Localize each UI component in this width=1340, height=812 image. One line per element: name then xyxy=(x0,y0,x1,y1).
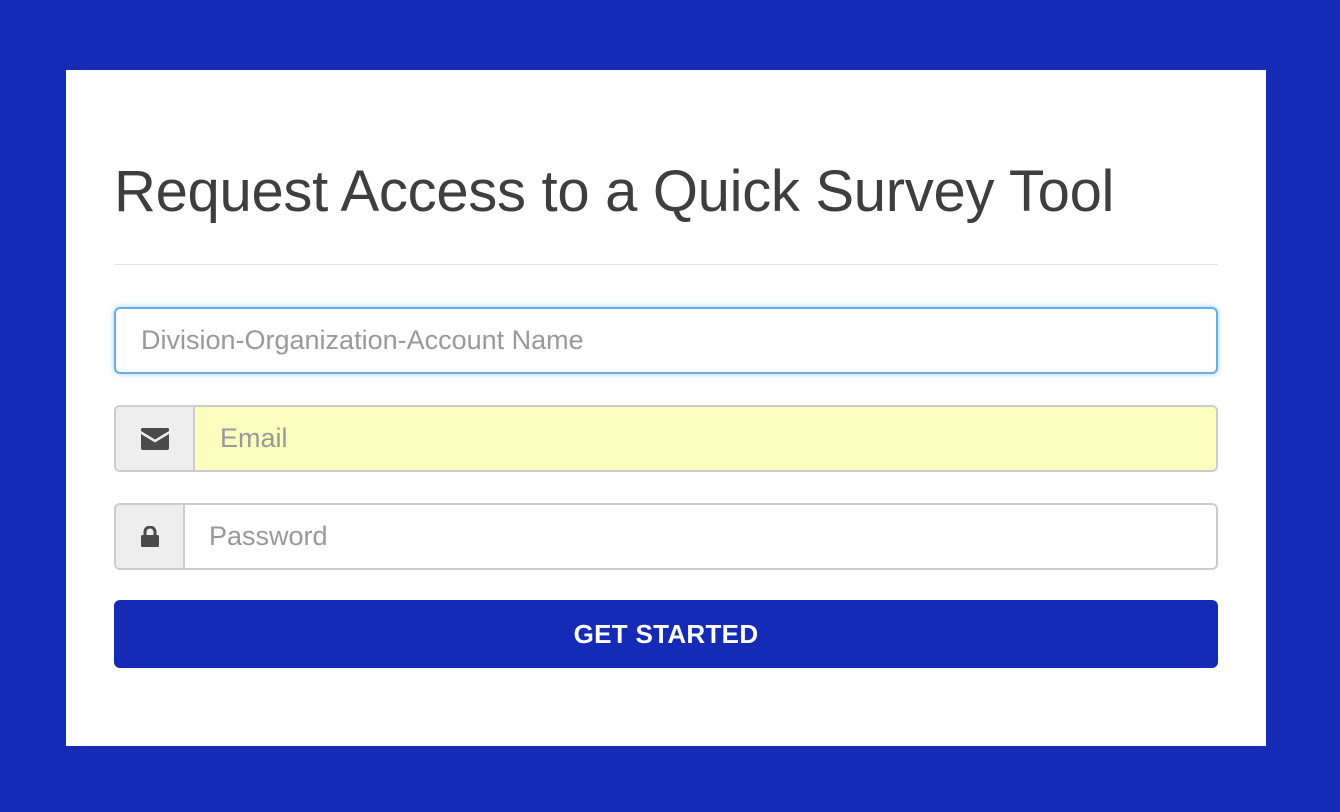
title-divider xyxy=(114,264,1218,265)
email-addon xyxy=(116,407,195,470)
email-input[interactable] xyxy=(195,407,1216,470)
page-title: Request Access to a Quick Survey Tool xyxy=(114,159,1115,224)
password-field[interactable] xyxy=(114,503,1218,570)
account-name-input[interactable] xyxy=(116,309,1216,372)
get-started-button[interactable]: GET STARTED xyxy=(114,600,1218,668)
lock-icon xyxy=(140,526,159,547)
email-field[interactable] xyxy=(114,405,1218,472)
account-name-field[interactable] xyxy=(114,307,1218,374)
password-addon xyxy=(116,505,185,568)
password-input[interactable] xyxy=(185,505,1216,568)
request-access-card: Request Access to a Quick Survey Tool Di… xyxy=(66,70,1266,746)
envelope-icon xyxy=(140,427,169,450)
